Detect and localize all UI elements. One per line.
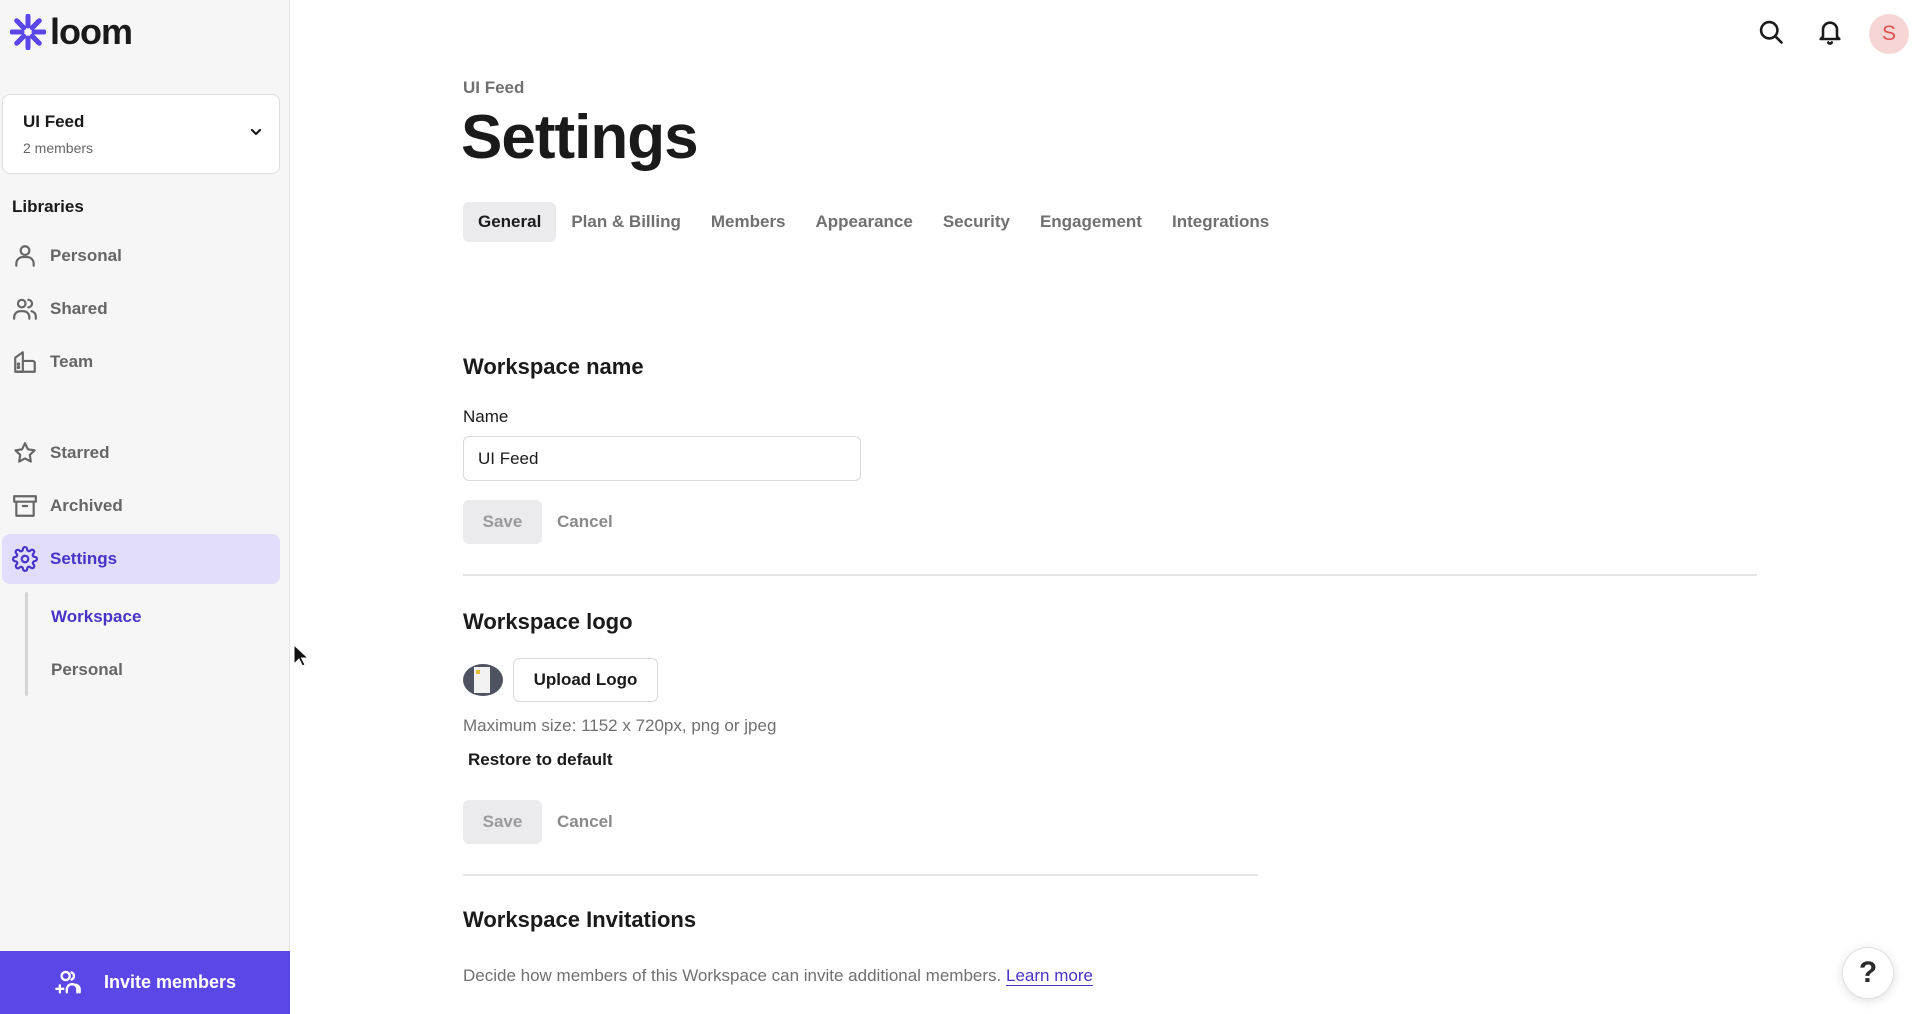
breadcrumb[interactable]: UI Feed (463, 78, 524, 98)
sidebar-item-team[interactable]: Team (2, 337, 280, 387)
settings-tabs: General Plan & Billing Members Appearanc… (463, 202, 1284, 242)
section-divider (463, 874, 1258, 876)
workspace-logo-heading: Workspace logo (463, 609, 633, 634)
sidebar-item-personal[interactable]: Personal (2, 231, 280, 281)
workspace-invitations-description: Decide how members of this Workspace can… (463, 966, 1093, 986)
workspace-switcher[interactable]: UI Feed 2 members (2, 94, 280, 174)
sidebar-item-label: Team (50, 352, 94, 371)
user-avatar[interactable]: S (1869, 14, 1909, 54)
sidebar-item-label: Personal (50, 246, 122, 265)
loom-logo[interactable]: loom (10, 11, 133, 52)
loom-wordmark: loom (50, 11, 133, 52)
workspace-logo-cancel-button[interactable]: Cancel (557, 812, 613, 832)
section-divider (463, 574, 1757, 576)
workspace-name-input[interactable] (463, 436, 861, 481)
search-icon[interactable] (1757, 18, 1785, 46)
tab-engagement[interactable]: Engagement (1025, 202, 1157, 242)
sidebar-item-shared[interactable]: Shared (2, 284, 280, 334)
page-title: Settings (461, 103, 699, 172)
tab-plan-billing[interactable]: Plan & Billing (556, 202, 696, 242)
sidebar-subitem-workspace[interactable]: Workspace (51, 607, 141, 627)
person-icon (15, 245, 35, 267)
people-icon (13, 298, 37, 320)
tab-members[interactable]: Members (696, 202, 801, 242)
sidebar-item-label: Starred (50, 443, 110, 462)
sidebar-item-starred[interactable]: Starred (2, 428, 280, 478)
tab-appearance[interactable]: Appearance (801, 202, 928, 242)
sidebar-item-label: Archived (50, 496, 123, 515)
libraries-heading: Libraries (12, 197, 84, 216)
name-field-label: Name (463, 407, 509, 426)
logo-size-hint: Maximum size: 1152 x 720px, png or jpeg (463, 716, 777, 735)
tab-general[interactable]: General (463, 202, 557, 242)
invitations-description-text: Decide how members of this Workspace can… (463, 966, 1002, 985)
settings-subnav-rail (25, 592, 28, 696)
tab-security[interactable]: Security (928, 202, 1025, 242)
help-button[interactable]: ? (1842, 947, 1894, 999)
workspace-invitations-heading: Workspace Invitations (463, 907, 697, 932)
sidebar-subitem-personal[interactable]: Personal (51, 660, 123, 680)
sidebar-item-label: Settings (50, 549, 118, 568)
workspace-logo-save-button[interactable]: Save (463, 800, 542, 844)
gear-icon (12, 546, 38, 572)
workspace-member-count: 2 members (23, 140, 94, 156)
workspace-name: UI Feed (23, 112, 85, 131)
upload-logo-button[interactable]: Upload Logo (513, 658, 658, 702)
sidebar-item-label: Shared (50, 299, 108, 318)
workspace-name-heading: Workspace name (463, 354, 644, 379)
workspace-name-cancel-button[interactable]: Cancel (557, 512, 613, 532)
loom-starburst-icon (10, 14, 46, 50)
learn-more-link[interactable]: Learn more (1006, 966, 1093, 985)
chevron-down-icon (250, 128, 262, 136)
invite-members-button[interactable]: Invite members (0, 951, 290, 1014)
restore-default-logo-button[interactable]: Restore to default (468, 750, 613, 770)
sidebar-item-archived[interactable]: Archived (2, 481, 280, 531)
building-icon (14, 351, 36, 373)
question-mark-icon: ? (1858, 956, 1878, 989)
invite-members-label: Invite members (103, 972, 237, 992)
sidebar: loom UI Feed 2 members Libraries Persona… (0, 0, 290, 1014)
workspace-name-save-button[interactable]: Save (463, 500, 542, 544)
add-people-icon (55, 970, 81, 993)
bell-icon[interactable] (1816, 18, 1844, 46)
tab-integrations[interactable]: Integrations (1157, 202, 1284, 242)
workspace-logo-thumbnail (463, 664, 503, 696)
mouse-cursor-icon (293, 644, 309, 667)
star-icon (14, 442, 36, 463)
archive-icon (13, 495, 37, 517)
sidebar-item-settings[interactable]: Settings (2, 534, 280, 584)
